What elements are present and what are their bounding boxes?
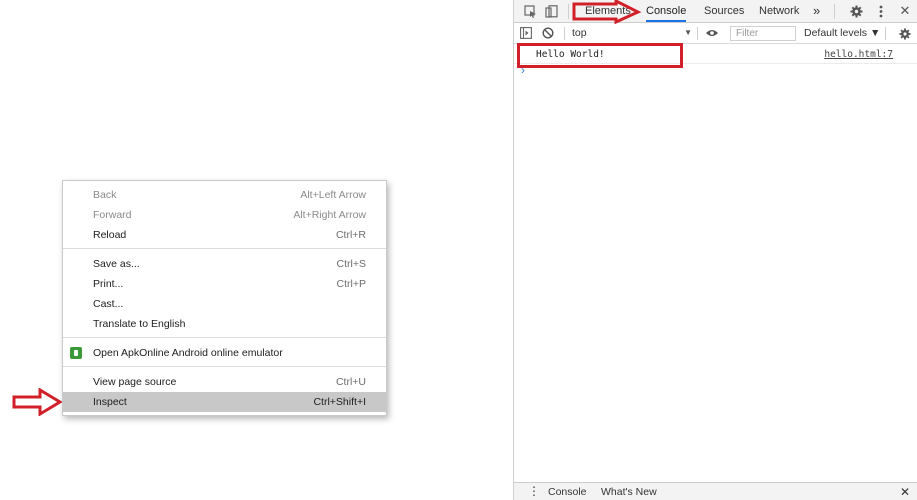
- menu-item-label: View page source: [93, 376, 177, 388]
- settings-gear-icon[interactable]: [848, 3, 864, 19]
- menu-separator: [63, 366, 386, 367]
- menu-item-label: Translate to English: [93, 318, 186, 330]
- select-element-icon[interactable]: [522, 3, 538, 19]
- drawer-menu-icon[interactable]: ⋮: [528, 484, 540, 498]
- clear-console-icon[interactable]: [541, 26, 555, 40]
- annotation-highlight-box: [517, 43, 683, 68]
- filter-input[interactable]: Filter: [730, 26, 796, 41]
- context-selector-value: top: [572, 27, 587, 39]
- tab-sources[interactable]: Sources: [704, 0, 744, 22]
- menu-separator: [63, 337, 386, 338]
- menu-item-shortcut: Ctrl+R: [335, 229, 366, 241]
- menu-item-inspect[interactable]: Inspect Ctrl+Shift+I: [63, 392, 386, 412]
- menu-item-label: Forward: [93, 209, 132, 221]
- menu-item-reload[interactable]: Reload Ctrl+R: [63, 225, 386, 245]
- apkonline-extension-icon: [70, 347, 82, 359]
- menu-item-cast[interactable]: Cast...: [63, 294, 386, 314]
- menu-item-shortcut: Ctrl+U: [335, 376, 366, 388]
- menu-item-shortcut: Ctrl+S: [336, 258, 366, 270]
- annotation-arrow-icon: [12, 388, 62, 416]
- menu-item-translate[interactable]: Translate to English: [63, 314, 386, 334]
- annotation-arrow-icon: [572, 0, 642, 24]
- drawer-tab-whats-new[interactable]: What's New: [601, 486, 657, 498]
- menu-item-view-source[interactable]: View page source Ctrl+U: [63, 372, 386, 392]
- context-menu: Back Alt+Left Arrow Forward Alt+Right Ar…: [62, 180, 387, 416]
- default-levels-dropdown[interactable]: Default levels ▼: [804, 26, 880, 41]
- live-expression-eye-icon[interactable]: [704, 26, 720, 40]
- device-toolbar-icon[interactable]: [543, 3, 559, 19]
- sidebar-toggle-icon[interactable]: [519, 26, 533, 40]
- toolbar-separator: [568, 4, 569, 19]
- toolbar-separator: [697, 27, 698, 40]
- close-drawer-icon[interactable]: ✕: [900, 485, 910, 499]
- tab-console[interactable]: Console: [646, 0, 687, 22]
- menu-item-label: Reload: [93, 229, 127, 241]
- menu-item-save-as[interactable]: Save as... Ctrl+S: [63, 254, 386, 274]
- console-source-link[interactable]: hello.html:7: [824, 49, 893, 60]
- menu-item-label: Back: [93, 189, 117, 201]
- menu-item-apkonline[interactable]: Open ApkOnline Android online emulator: [63, 343, 386, 363]
- menu-item-shortcut: Ctrl+Shift+I: [313, 396, 366, 408]
- menu-item-print[interactable]: Print... Ctrl+P: [63, 274, 386, 294]
- context-selector[interactable]: top ▼: [572, 23, 692, 43]
- console-settings-gear-icon[interactable]: [897, 26, 913, 41]
- toolbar-separator: [885, 27, 886, 40]
- toolbar-separator: [834, 4, 835, 19]
- menu-item-shortcut: Ctrl+P: [336, 278, 366, 290]
- menu-item-label: Inspect: [93, 396, 127, 408]
- menu-item-label: Open ApkOnline Android online emulator: [93, 347, 283, 359]
- chevron-down-icon: ▼: [684, 28, 692, 37]
- close-devtools-icon[interactable]: ✕: [897, 3, 913, 19]
- menu-item-shortcut: Alt+Right Arrow: [293, 209, 366, 221]
- menu-item-shortcut: Alt+Left Arrow: [300, 189, 366, 201]
- menu-item-label: Print...: [93, 278, 124, 290]
- menu-item-forward[interactable]: Forward Alt+Right Arrow: [63, 205, 386, 225]
- toolbar-separator: [564, 27, 565, 40]
- menu-item-back[interactable]: Back Alt+Left Arrow: [63, 185, 386, 205]
- menu-item-label: Save as...: [93, 258, 140, 270]
- devtools-panel: Elements Console Sources Network » ✕ top…: [513, 0, 917, 500]
- more-tabs-button[interactable]: »: [813, 0, 820, 22]
- menu-separator: [63, 248, 386, 249]
- menu-item-label: Cast...: [93, 298, 124, 310]
- more-options-icon[interactable]: [874, 3, 888, 19]
- devtools-drawer: ⋮ Console What's New ✕: [514, 482, 917, 500]
- tab-network[interactable]: Network: [759, 0, 799, 22]
- drawer-tab-console[interactable]: Console: [548, 486, 587, 498]
